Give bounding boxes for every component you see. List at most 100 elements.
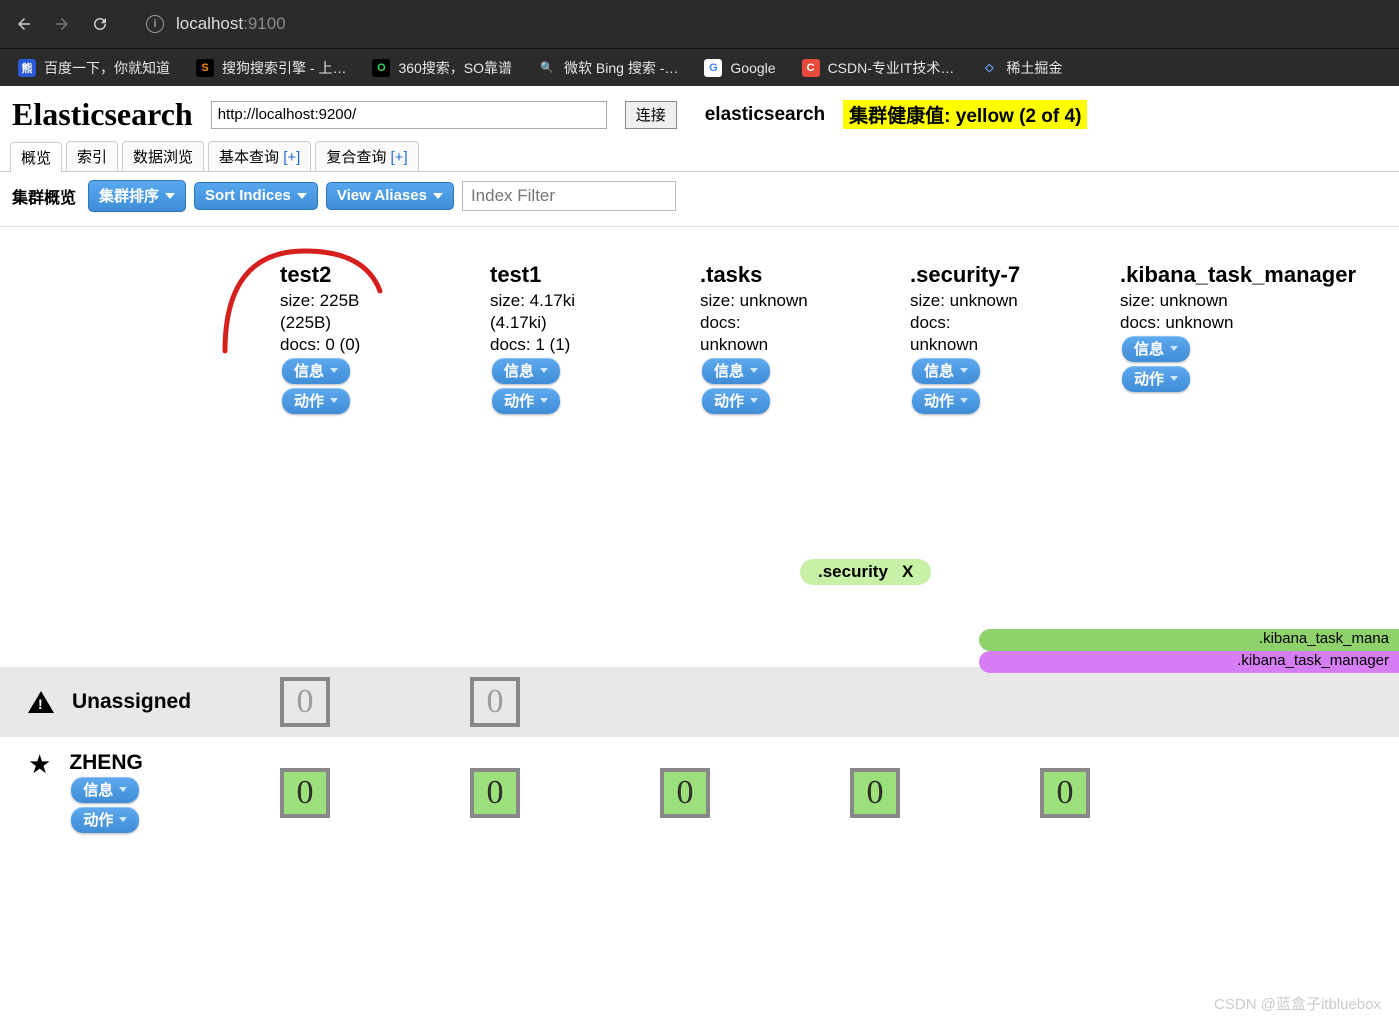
kibana-ribbon-1[interactable]: .kibana_task_mana [979,629,1399,651]
index-meta: size: unknown [910,290,1090,312]
node-info-button[interactable]: 信息 [71,777,139,803]
view-aliases-button[interactable]: View Aliases [326,182,454,210]
tab-数据浏览[interactable]: 数据浏览 [122,141,204,171]
forward-button[interactable] [52,14,72,34]
shard-cell[interactable]: 0 [470,677,520,727]
plus-icon: [+] [279,149,300,166]
caret-down-icon [540,368,548,373]
site-info-icon[interactable]: i [146,15,164,33]
bookmark-icon: 熊 [18,59,36,77]
shard-cell[interactable]: 0 [660,768,710,818]
index-info-button[interactable]: 信息 [1122,336,1190,362]
bookmark-item[interactable]: O360搜索，SO靠谱 [372,58,512,78]
index-card: test1size: 4.17ki(4.17ki)docs: 1 (1)信息动作 [490,261,670,487]
caret-down-icon [1170,346,1178,351]
unassigned-row: Unassigned 0 0 [0,667,1399,737]
bookmark-item[interactable]: ◇稀土掘金 [980,58,1062,78]
caret-down-icon [165,193,175,199]
bookmark-label: 搜狗搜索引擎 - 上… [222,58,346,78]
index-meta: docs: 1 (1) [490,334,670,356]
node-name: ZHENG [69,751,143,775]
index-meta: size: 4.17ki [490,290,670,312]
caret-down-icon [433,193,443,199]
alias-label: .security [818,562,888,582]
index-card: .kibana_task_managersize: unknowndocs: u… [1120,261,1300,487]
annotation-red-arc [215,241,385,361]
shard-cell[interactable]: 0 [470,768,520,818]
index-action-button[interactable]: 动作 [912,388,980,414]
bookmark-item[interactable]: 🔍微软 Bing 搜索 -… [538,58,678,78]
index-action-button[interactable]: 动作 [282,388,350,414]
bookmarks-bar: 熊百度一下，你就知道 S搜狗搜索引擎 - 上… O360搜索，SO靠谱 🔍微软 Bin… [0,48,1399,86]
cluster-sort-button[interactable]: 集群排序 [88,180,186,212]
security-alias-tag[interactable]: .security X [800,559,931,585]
index-meta: unknown [910,334,1090,356]
index-name[interactable]: .security-7 [910,261,1090,290]
index-action-button[interactable]: 动作 [702,388,770,414]
tab-概览[interactable]: 概览 [10,142,62,172]
index-name[interactable]: test1 [490,261,670,290]
index-info-button[interactable]: 信息 [912,358,980,384]
index-info-button[interactable]: 信息 [282,358,350,384]
index-info-button[interactable]: 信息 [702,358,770,384]
caret-down-icon [540,398,548,403]
index-name[interactable]: .tasks [700,261,880,290]
index-meta: (4.17ki) [490,312,670,334]
url-text: localhost:9100 [176,14,286,34]
bookmark-icon: C [802,59,820,77]
index-meta: size: unknown [1120,290,1300,312]
shard-cell[interactable]: 0 [280,768,330,818]
kibana-ribbon-2[interactable]: .kibana_task_manager [979,651,1399,673]
plus-icon: [+] [386,149,407,166]
cluster-health-badge: 集群健康值: yellow (2 of 4) [843,100,1087,129]
caret-down-icon [1170,376,1178,381]
shard-cell[interactable]: 0 [850,768,900,818]
node-row: ★ ZHENG 信息 动作 0 0 0 0 0 [0,737,1399,849]
index-action-button[interactable]: 动作 [492,388,560,414]
star-icon: ★ [28,751,51,777]
browser-address-bar: i localhost:9100 [0,0,1399,48]
sort-indices-button[interactable]: Sort Indices [194,182,318,210]
bookmark-item[interactable]: S搜狗搜索引擎 - 上… [196,58,346,78]
caret-down-icon [750,398,758,403]
bookmark-icon: 🔍 [538,59,556,77]
index-filter-input[interactable] [462,181,676,211]
url-box[interactable]: i localhost:9100 [146,14,286,34]
caret-down-icon [297,193,307,199]
index-card: .security-7size: unknowndocs:unknown信息动作 [910,261,1090,487]
tab-复合查询[interactable]: 复合查询 [+] [315,141,418,171]
caret-down-icon [750,368,758,373]
bookmark-item[interactable]: G Google [704,59,775,77]
bookmark-label: 360搜索，SO靠谱 [398,58,512,78]
close-icon[interactable]: X [902,562,913,582]
index-meta: docs: [910,312,1090,334]
bookmark-icon: ◇ [980,59,998,77]
shard-table: Unassigned 0 0 ★ ZHENG 信息 动作 0 0 0 0 0 [0,667,1399,849]
shard-cell[interactable]: 0 [280,677,330,727]
connection-url-input[interactable] [211,101,607,129]
index-action-button[interactable]: 动作 [1122,366,1190,392]
tabs: 概览索引数据浏览基本查询 [+]复合查询 [+] [0,137,1399,172]
toolbar-label: 集群概览 [12,184,76,208]
bookmark-item[interactable]: 熊百度一下，你就知道 [18,58,170,78]
caret-down-icon [960,368,968,373]
caret-down-icon [960,398,968,403]
watermark: CSDN @蓝盒子itbluebox [1214,993,1381,1014]
connect-button[interactable]: 连接 [625,101,677,129]
bookmark-label: 百度一下，你就知道 [44,58,170,78]
shard-cell[interactable]: 0 [1040,768,1090,818]
tab-索引[interactable]: 索引 [66,141,118,171]
tab-基本查询[interactable]: 基本查询 [+] [208,141,311,171]
bookmark-icon: G [704,59,722,77]
index-meta: docs: unknown [1120,312,1300,334]
cluster-name: elasticsearch [705,104,825,126]
bookmark-item[interactable]: CCSDN-专业IT技术… [802,58,955,78]
bookmark-label: Google [730,60,775,76]
index-name[interactable]: .kibana_task_manager [1120,261,1300,290]
tags-area: .security X .kibana_task_mana .kibana_ta… [0,487,1399,667]
back-button[interactable] [14,14,34,34]
index-info-button[interactable]: 信息 [492,358,560,384]
indices-area: test2size: 225B(225B)docs: 0 (0)信息动作test… [0,227,1399,487]
node-action-button[interactable]: 动作 [71,807,139,833]
reload-button[interactable] [90,14,110,34]
